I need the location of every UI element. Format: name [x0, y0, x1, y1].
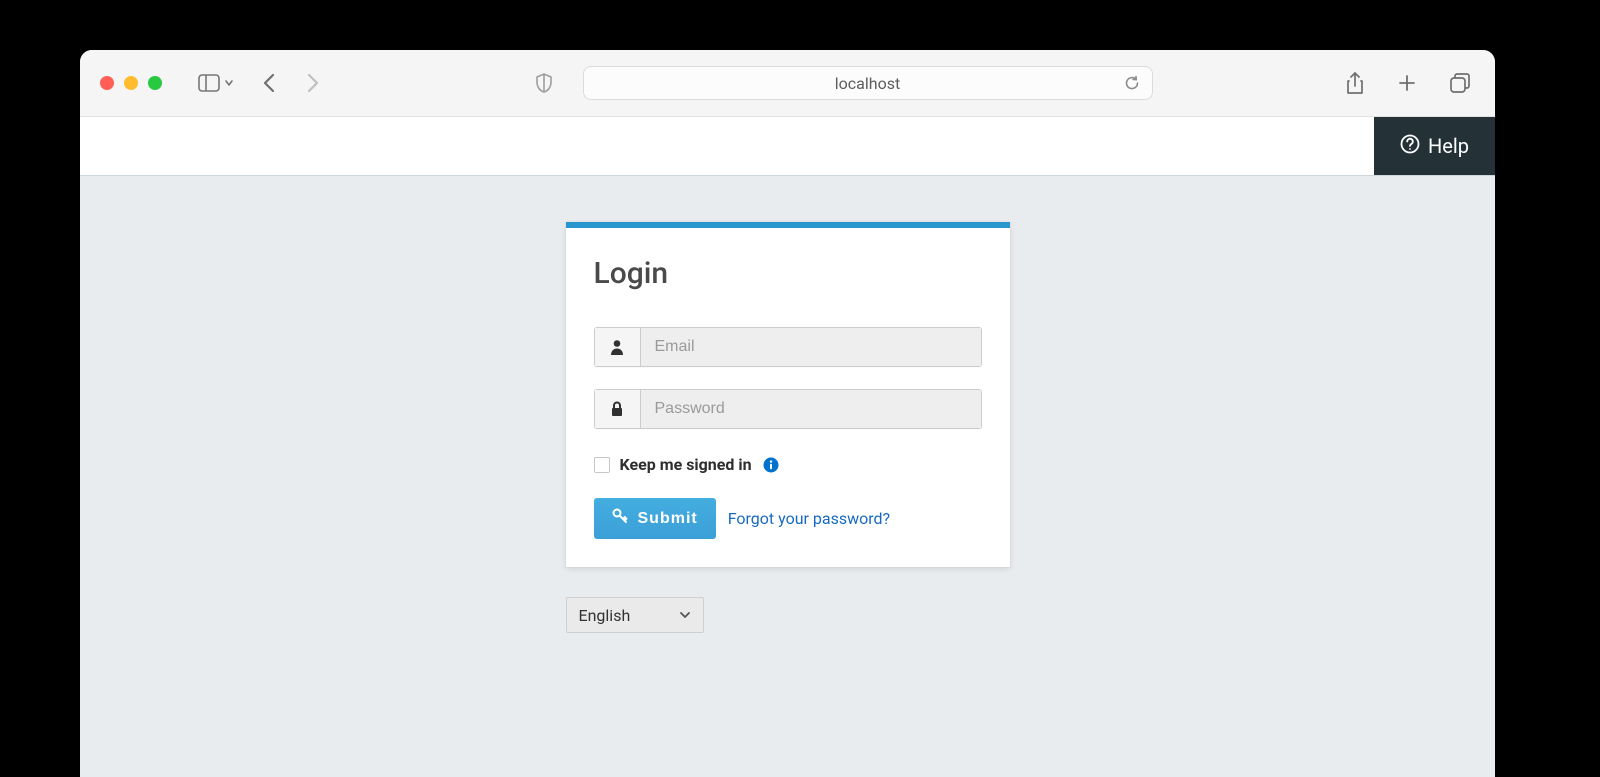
login-card: Login — [566, 222, 1010, 567]
tab-overview-button[interactable] — [1445, 68, 1475, 98]
language-selected-label: English — [579, 606, 631, 625]
browser-toolbar: localhost — [80, 50, 1495, 117]
main-area: Login — [80, 176, 1495, 777]
user-icon — [594, 327, 640, 367]
window-controls — [100, 76, 162, 90]
login-title: Login — [594, 256, 982, 291]
help-label: Help — [1428, 134, 1469, 158]
language-row: English — [566, 597, 1010, 633]
back-button[interactable] — [258, 69, 282, 97]
keep-signed-row: Keep me signed in — [594, 455, 982, 474]
help-icon — [1400, 134, 1420, 159]
maximize-window-button[interactable] — [148, 76, 162, 90]
password-input[interactable] — [640, 389, 982, 429]
keep-signed-label: Keep me signed in — [620, 455, 752, 474]
close-window-button[interactable] — [100, 76, 114, 90]
info-icon[interactable] — [762, 456, 780, 474]
minimize-window-button[interactable] — [124, 76, 138, 90]
page-content: Help Login — [80, 117, 1495, 777]
help-button[interactable]: Help — [1374, 117, 1495, 175]
chevron-down-icon — [679, 606, 691, 625]
browser-window: localhost — [80, 50, 1495, 777]
submit-row: Submit Forgot your password? — [594, 498, 982, 539]
url-text: localhost — [584, 74, 1152, 93]
key-icon — [612, 508, 628, 529]
top-bar: Help — [80, 117, 1495, 176]
keep-signed-checkbox[interactable] — [594, 457, 610, 473]
submit-button[interactable]: Submit — [594, 498, 716, 539]
password-group — [594, 389, 982, 429]
forward-button[interactable] — [300, 69, 324, 97]
lock-icon — [594, 389, 640, 429]
email-group — [594, 327, 982, 367]
new-tab-button[interactable] — [1393, 69, 1421, 97]
sidebar-toggle-button[interactable] — [198, 74, 234, 92]
reload-button[interactable] — [1122, 73, 1142, 93]
share-button[interactable] — [1341, 68, 1369, 98]
email-input[interactable] — [640, 327, 982, 367]
forgot-password-link[interactable]: Forgot your password? — [728, 509, 890, 528]
submit-label: Submit — [638, 510, 698, 528]
nav-buttons — [258, 69, 324, 97]
privacy-shield-icon[interactable] — [531, 69, 557, 97]
language-select[interactable]: English — [566, 597, 704, 633]
url-bar[interactable]: localhost — [583, 66, 1153, 100]
toolbar-right — [1341, 68, 1475, 98]
